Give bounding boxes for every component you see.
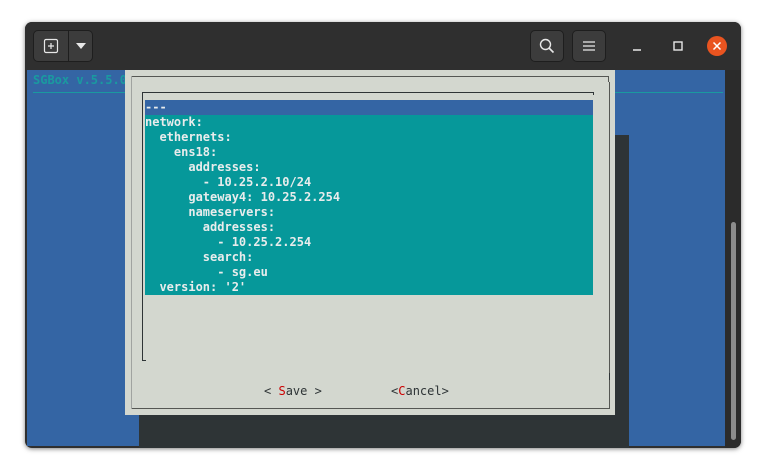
search-icon bbox=[539, 38, 555, 54]
minimize-icon bbox=[633, 49, 641, 51]
editbox-border-left bbox=[142, 92, 143, 361]
chevron-down-icon bbox=[75, 43, 86, 49]
close-button[interactable] bbox=[707, 36, 727, 56]
background-title: SGBox v.5.5.0 bbox=[33, 73, 127, 87]
editor-line[interactable]: ethernets: bbox=[145, 130, 593, 145]
save-button-label: ave bbox=[285, 384, 308, 398]
maximize-button[interactable] bbox=[668, 36, 688, 56]
save-button-open: < bbox=[264, 384, 279, 398]
dialog-border-right bbox=[609, 82, 610, 409]
cancel-button-close: > bbox=[441, 384, 449, 398]
editor-line[interactable]: - 10.25.2.254 bbox=[145, 235, 593, 250]
scrollbar-thumb[interactable] bbox=[731, 222, 736, 440]
menu-button[interactable] bbox=[572, 30, 606, 62]
editor-line[interactable]: ens18: bbox=[145, 145, 593, 160]
cancel-button[interactable]: <Cancel> bbox=[391, 384, 449, 399]
minimize-button[interactable] bbox=[627, 36, 647, 56]
save-hotkey: S bbox=[278, 384, 286, 398]
editbox-border-right bbox=[593, 92, 594, 95]
editor-line[interactable]: search: bbox=[145, 250, 593, 265]
dialog-border-bottom bbox=[131, 408, 609, 409]
editor-line[interactable]: version: '2' bbox=[145, 280, 593, 295]
editor-line[interactable]: gateway4: 10.25.2.254 bbox=[145, 190, 593, 205]
search-button[interactable] bbox=[530, 30, 564, 62]
hamburger-menu-icon bbox=[583, 41, 595, 51]
editor-line[interactable]: - sg.eu bbox=[145, 265, 593, 280]
editor-line[interactable]: - 10.25.2.10/24 bbox=[145, 175, 593, 190]
terminal-area[interactable]: SGBox v.5.5.0 --- network: ethernets: en… bbox=[27, 70, 725, 448]
editor-line[interactable]: addresses: bbox=[145, 160, 593, 175]
editor-dialog: --- network: ethernets: ens18: addresses… bbox=[125, 70, 615, 415]
new-tab-button[interactable] bbox=[33, 30, 69, 62]
save-button[interactable]: < Save > bbox=[264, 384, 322, 399]
yaml-editor[interactable]: --- network: ethernets: ens18: addresses… bbox=[145, 100, 593, 295]
cancel-button-label: ancel bbox=[405, 384, 442, 398]
scrollbar[interactable] bbox=[725, 70, 741, 448]
save-button-close: > bbox=[307, 384, 322, 398]
dialog-border-left bbox=[131, 76, 132, 409]
terminal-window: SGBox v.5.5.0 --- network: ethernets: en… bbox=[25, 22, 741, 448]
editor-line[interactable]: addresses: bbox=[145, 220, 593, 235]
editbox-border-bottom bbox=[142, 360, 146, 361]
close-icon bbox=[712, 41, 722, 51]
editor-line[interactable]: nameservers: bbox=[145, 205, 593, 220]
new-tab-icon bbox=[43, 38, 59, 54]
titlebar bbox=[25, 22, 741, 70]
editbox-border-top bbox=[142, 92, 594, 93]
editor-line[interactable]: network: bbox=[145, 115, 593, 130]
new-tab-dropdown-button[interactable] bbox=[69, 30, 93, 62]
dialog-border-top bbox=[131, 76, 609, 77]
editbox-border-right-lower bbox=[609, 373, 610, 380]
editor-line[interactable]: --- bbox=[145, 100, 593, 115]
maximize-icon bbox=[673, 41, 683, 51]
